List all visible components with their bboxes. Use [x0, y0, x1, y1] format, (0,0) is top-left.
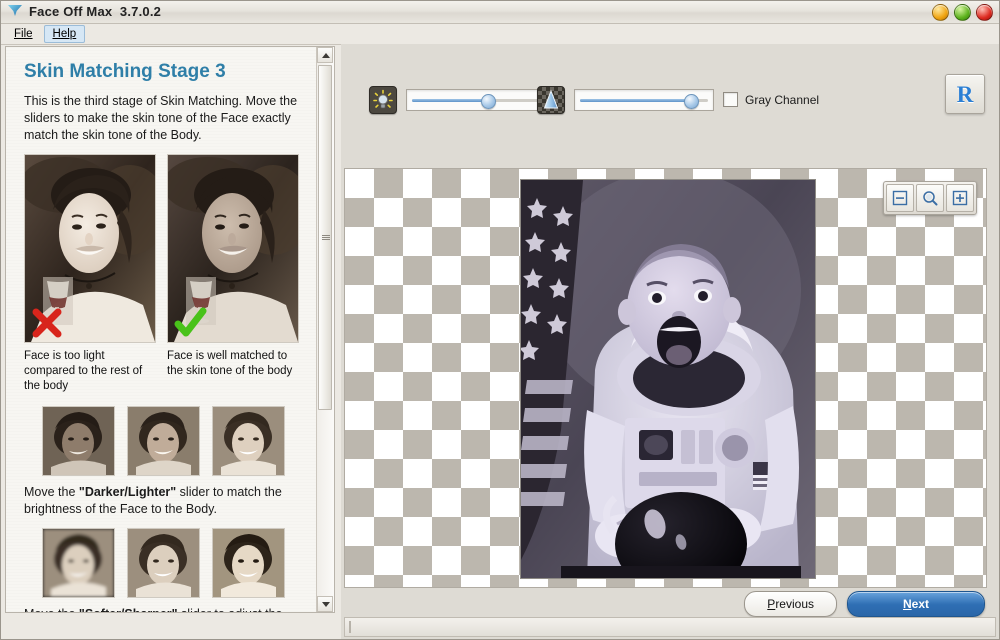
menu-file-label: File	[14, 28, 33, 40]
title-bar: Face Off Max 3.7.0.2	[1, 1, 999, 24]
previous-label-rest: revious	[775, 597, 814, 611]
status-grip-icon	[349, 621, 351, 633]
zoom-in-icon	[952, 190, 968, 206]
scrollbar-thumb[interactable]	[318, 65, 332, 410]
sharpness-thumbnail-row	[24, 528, 302, 598]
red-x-icon	[32, 308, 62, 338]
thumbnail-lighter	[211, 406, 285, 476]
face-thumb-medium	[127, 407, 199, 475]
magnifier-icon	[923, 191, 938, 206]
composited-photo[interactable]	[520, 179, 816, 579]
previous-button[interactable]: Previous	[744, 591, 837, 617]
thumbnail-softer	[41, 528, 115, 598]
help-scroll-area: Skin Matching Stage 3 This is the third …	[6, 47, 316, 612]
thumbnail-normal	[126, 528, 200, 598]
face-thumb-normal	[127, 529, 199, 597]
application-window: Face Off Max 3.7.0.2 File Help Skin Matc…	[0, 0, 1000, 640]
sharpness-slider[interactable]	[574, 89, 714, 111]
sharpness-slider-fill	[580, 99, 690, 102]
maximize-button[interactable]	[954, 4, 971, 21]
sharpness-control-group	[537, 86, 714, 114]
lightbulb-icon	[369, 86, 397, 114]
menu-item-help[interactable]: Help	[43, 25, 86, 43]
tip-brightness-pre: Move the	[24, 485, 79, 499]
scroll-down-button[interactable]	[317, 596, 333, 612]
window-controls	[932, 4, 993, 21]
zoom-controls	[883, 181, 977, 215]
help-brightness-tip: Move the "Darker/Lighter" slider to matc…	[24, 484, 302, 518]
previous-button-label: Previous	[767, 597, 814, 611]
minimize-button[interactable]	[932, 4, 949, 21]
tip-brightness-bold: "Darker/Lighter"	[78, 485, 177, 499]
brightness-slider-fill	[412, 99, 487, 102]
thumbnail-medium	[126, 406, 200, 476]
brightness-thumbnail-row	[24, 406, 302, 476]
example-images	[24, 154, 302, 343]
close-button[interactable]	[976, 4, 993, 21]
wizard-navigation: Previous Next	[744, 591, 985, 617]
brightness-slider[interactable]	[406, 89, 546, 111]
tip-sharpness-pre: Move the	[24, 607, 79, 612]
title-bar-left: Face Off Max 3.7.0.2	[7, 3, 161, 19]
window-title: Face Off Max 3.7.0.2	[29, 3, 162, 19]
editor-toolbar: Gray Channel R	[341, 44, 999, 122]
next-button[interactable]: Next	[847, 591, 985, 617]
brightness-control-group	[369, 86, 546, 114]
reset-button[interactable]: R	[945, 74, 985, 114]
thumbnail-darker	[41, 406, 115, 476]
face-thumb-sharp	[212, 529, 284, 597]
zoom-out-button[interactable]	[886, 184, 914, 212]
help-sharpness-tip: Move the "Softer/Sharper" slider to adju…	[24, 606, 302, 612]
app-logo-icon	[7, 3, 23, 19]
example-good-image	[167, 154, 299, 343]
caption-bad: Face is too light compared to the rest o…	[24, 350, 143, 392]
zoom-in-button[interactable]	[946, 184, 974, 212]
gray-channel-checkbox[interactable]	[723, 92, 738, 107]
scroll-up-button[interactable]	[317, 47, 333, 63]
zoom-out-icon	[892, 190, 908, 206]
reset-icon: R	[956, 81, 974, 107]
menu-help-label: Help	[52, 28, 77, 40]
gray-channel-label: Gray Channel	[745, 92, 820, 107]
main-content: Skin Matching Stage 3 This is the third …	[1, 44, 999, 639]
sharpen-cone-icon	[537, 86, 565, 114]
face-thumb-dark	[42, 407, 114, 475]
status-bar	[344, 617, 996, 637]
sharpness-slider-thumb[interactable]	[683, 94, 699, 109]
example-bad-image	[24, 154, 156, 343]
help-scrollbar[interactable]	[316, 47, 334, 612]
menu-bar: File Help	[1, 24, 999, 45]
thumbnail-sharper	[211, 528, 285, 598]
next-button-label: Next	[902, 597, 929, 611]
menu-item-file[interactable]: File	[5, 25, 42, 43]
face-thumb-soft	[42, 529, 114, 597]
workspace-panel: Gray Channel R Previous Next	[341, 44, 999, 639]
face-thumb-light	[212, 407, 284, 475]
tip-sharpness-bold: "Softer/Sharper"	[79, 607, 178, 612]
page-title: Skin Matching Stage 3	[24, 61, 226, 82]
help-intro-text: This is the third stage of Skin Matching…	[24, 94, 298, 142]
caption-good: Face is well matched to the skin tone of…	[167, 350, 293, 377]
zoom-fit-button[interactable]	[916, 184, 944, 212]
example-captions: Face is too light compared to the rest o…	[24, 349, 302, 394]
brightness-slider-thumb[interactable]	[481, 94, 496, 109]
gray-channel-control[interactable]: Gray Channel	[723, 92, 819, 107]
astronaut-baby-photo	[521, 180, 815, 578]
next-label-rest: ext	[911, 597, 929, 611]
help-content: Skin Matching Stage 3 This is the third …	[6, 47, 316, 612]
help-panel: Skin Matching Stage 3 This is the third …	[5, 46, 335, 613]
scrollbar-grip-icon	[322, 234, 330, 242]
green-check-icon	[174, 307, 207, 337]
image-canvas[interactable]	[344, 168, 987, 588]
